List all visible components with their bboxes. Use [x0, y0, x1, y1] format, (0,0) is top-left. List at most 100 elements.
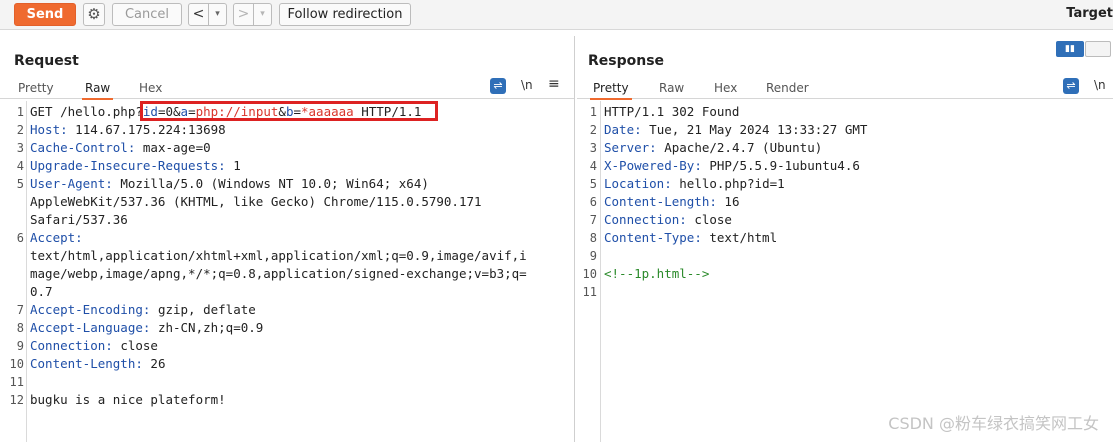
- header-name: Accept: [30, 230, 76, 245]
- header-line: Content-Length: 16: [604, 194, 740, 209]
- tab-pretty[interactable]: Pretty: [590, 81, 632, 100]
- header-name: Accept-Language: [30, 320, 143, 335]
- line-number: 3: [16, 141, 24, 155]
- line-number: 3: [589, 141, 597, 155]
- header-name: Connection: [30, 338, 106, 353]
- line-number-gutter: 1 2 3 4 5 6 7 8 9 10 11: [577, 101, 601, 442]
- stacked-view-icon[interactable]: [1085, 41, 1111, 57]
- toolbar: Send ⚙ Cancel < ▾ > ▾ Follow redirection…: [0, 0, 1113, 30]
- target-label[interactable]: Target: [1066, 6, 1113, 21]
- header-value: PHP/5.5.9-1ubuntu4.6: [709, 158, 860, 173]
- line-number: 8: [16, 321, 24, 335]
- header-value: 114.67.175.224:13698: [75, 122, 226, 137]
- tab-raw[interactable]: Raw: [82, 81, 114, 100]
- split-view-icon[interactable]: ▮▮: [1056, 41, 1084, 57]
- line-number: 4: [16, 159, 24, 173]
- forward-button[interactable]: >: [233, 3, 254, 26]
- response-title: Response: [588, 53, 665, 69]
- request-editor[interactable]: 1 2 3 4 5 6 7 8 9 10 11 12 GET /hello.ph…: [0, 101, 574, 442]
- header-name: Accept-Encoding: [30, 302, 143, 317]
- header-value: 0.7: [30, 284, 53, 299]
- line-number: 1: [16, 105, 24, 119]
- header-name: Host: [30, 122, 61, 137]
- line-number: 10: [582, 267, 597, 281]
- line-number: 9: [589, 249, 597, 263]
- line-number: 7: [589, 213, 597, 227]
- header-name: Cache-Control: [30, 140, 128, 155]
- wrap-lines-icon[interactable]: ⇌: [1063, 78, 1079, 94]
- send-button[interactable]: Send: [14, 3, 76, 26]
- header-line: X-Powered-By: PHP/5.5.9-1ubuntu4.6: [604, 158, 860, 173]
- header-value: close: [694, 212, 732, 227]
- header-line: Connection: close: [30, 338, 158, 353]
- newline-toggle-icon[interactable]: \n: [521, 78, 533, 92]
- header-line: User-Agent: Mozilla/5.0 (Windows NT 10.0…: [30, 176, 429, 191]
- header-value: Safari/537.36: [30, 212, 128, 227]
- follow-redirection-button[interactable]: Follow redirection: [279, 3, 411, 26]
- line-number: 7: [16, 303, 24, 317]
- wrap-lines-icon[interactable]: ⇌: [490, 78, 506, 94]
- line-number: 5: [16, 177, 24, 191]
- line-number: 6: [589, 195, 597, 209]
- newline-toggle-icon[interactable]: \n: [1094, 78, 1106, 92]
- header-line-wrap: mage/webp,image/apng,*/*;q=0.8,applicati…: [30, 265, 527, 283]
- watermark: CSDN @粉车绿衣搞笑网工女: [888, 414, 1099, 433]
- response-editor[interactable]: 1 2 3 4 5 6 7 8 9 10 11 HTTP/1.1 302 Fou…: [577, 101, 1113, 442]
- header-line: Cache-Control: max-age=0: [30, 140, 211, 155]
- header-line: Server: Apache/2.4.7 (Ubuntu): [604, 140, 823, 155]
- highlight-box: [140, 101, 438, 121]
- header-value: 16: [724, 194, 740, 209]
- header-line-wrap: text/html,application/xhtml+xml,applicat…: [30, 247, 527, 265]
- gear-icon[interactable]: ⚙: [83, 3, 105, 26]
- header-line: Host: 114.67.175.224:13698: [30, 122, 226, 137]
- forward-history-dropdown[interactable]: ▾: [254, 3, 272, 26]
- tab-hex[interactable]: Hex: [139, 81, 162, 98]
- response-body: <!--1p.html-->: [604, 266, 710, 281]
- header-value: zh-CN,zh;q=0.9: [157, 320, 264, 335]
- header-name: User-Agent: [30, 176, 106, 191]
- header-line: Location: hello.php?id=1: [604, 176, 785, 191]
- tab-render[interactable]: Render: [766, 81, 809, 98]
- header-name: X-Powered-By: [604, 158, 695, 173]
- response-tabs: Pretty Raw Hex Render: [577, 78, 1113, 100]
- header-line: Accept-Language: zh-CN,zh;q=0.9: [30, 320, 264, 335]
- cancel-button[interactable]: Cancel: [112, 3, 182, 26]
- line-number: 10: [9, 357, 24, 371]
- request-title: Request: [14, 53, 79, 69]
- line-number: 4: [589, 159, 597, 173]
- line-number: 11: [582, 285, 597, 299]
- header-line: Date: Tue, 21 May 2024 13:33:27 GMT: [604, 122, 868, 137]
- header-line: Connection: close: [604, 212, 732, 227]
- menu-icon[interactable]: ≡: [548, 76, 560, 92]
- header-value: Apache/2.4.7 (Ubuntu): [664, 140, 823, 155]
- header-name: Date: [604, 122, 635, 137]
- line-number: 8: [589, 231, 597, 245]
- line-number: 2: [589, 123, 597, 137]
- header-name: Connection: [604, 212, 680, 227]
- line-number: 5: [589, 177, 597, 191]
- response-panel: ▮▮ Response Pretty Raw Hex Render ⇌ \n 1…: [577, 36, 1113, 442]
- line-number: 11: [9, 375, 24, 389]
- header-value: text/html: [709, 230, 778, 245]
- request-body: bugku is a nice plateform!: [30, 392, 226, 407]
- header-line: Accept:: [30, 230, 83, 245]
- header-line-wrap: Safari/537.36: [30, 211, 128, 229]
- back-button[interactable]: <: [188, 3, 209, 26]
- back-history-dropdown[interactable]: ▾: [209, 3, 227, 26]
- line-number: 2: [16, 123, 24, 137]
- header-name: Content-Type: [604, 230, 695, 245]
- line-number: 12: [9, 393, 24, 407]
- header-value: Tue, 21 May 2024 13:33:27 GMT: [649, 122, 868, 137]
- header-line: Content-Length: 26: [30, 356, 166, 371]
- tab-raw[interactable]: Raw: [659, 81, 684, 98]
- line-number: 1: [589, 105, 597, 119]
- line-number: 6: [16, 231, 24, 245]
- header-line-wrap: AppleWebKit/537.36 (KHTML, like Gecko) C…: [30, 193, 482, 211]
- header-name: Content-Length: [604, 194, 710, 209]
- header-value: text/html,application/xhtml+xml,applicat…: [30, 248, 527, 263]
- tab-pretty[interactable]: Pretty: [18, 81, 54, 98]
- header-line: Accept-Encoding: gzip, deflate: [30, 302, 256, 317]
- header-value: hello.php?id=1: [679, 176, 785, 191]
- header-line: Content-Type: text/html: [604, 230, 778, 245]
- tab-hex[interactable]: Hex: [714, 81, 737, 98]
